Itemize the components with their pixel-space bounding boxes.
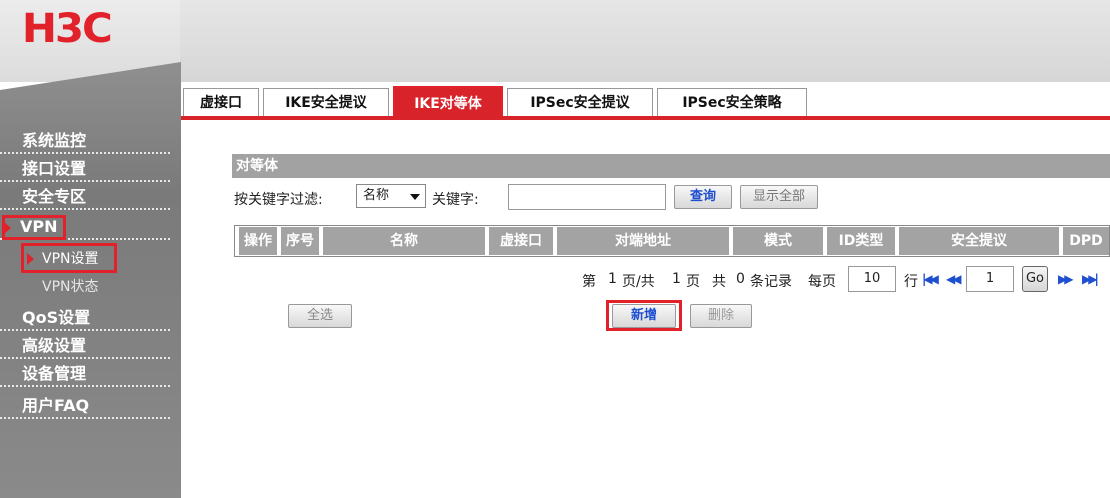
current-page: 1 xyxy=(608,271,617,287)
pager-text: 页/共 xyxy=(622,274,655,290)
sidebar-item-label: 用户FAQ xyxy=(22,396,90,415)
per-page-label: 每页 xyxy=(808,274,836,290)
h3c-logo: H3C xyxy=(21,6,113,52)
sidebar-item-security-zone[interactable]: 安全专区 xyxy=(0,184,170,210)
sidebar-item-label: 高级设置 xyxy=(22,336,87,355)
tab-underline xyxy=(181,116,1110,120)
sidebar-item-user-faq[interactable]: 用户FAQ xyxy=(0,393,170,419)
tab-ike-proposal[interactable]: IKE安全提议 xyxy=(263,88,389,118)
rows-label: 行 xyxy=(904,274,918,290)
last-page-icon[interactable]: ▶▶| xyxy=(1082,272,1099,286)
filter-row: 按关键字过滤: 名称 关键字: 查询 显示全部 xyxy=(234,184,1104,212)
sidebar-item-interface-settings[interactable]: 接口设置 xyxy=(0,156,170,182)
table-header-cell: 安全提议 xyxy=(899,227,1061,255)
peer-table: 操作 序号 名称 虚接口 对端地址 模式 ID类型 安全提议 DPD xyxy=(234,225,1110,257)
table-header-cell: 名称 xyxy=(323,227,487,255)
pager-text: 条记录 xyxy=(750,274,792,290)
pager-text: 第 xyxy=(582,274,596,290)
table-header-cell: 对端地址 xyxy=(557,227,731,255)
sidebar-item-label: 设备管理 xyxy=(22,364,87,383)
sidebar-item-device-management[interactable]: 设备管理 xyxy=(0,361,170,387)
show-all-button[interactable]: 显示全部 xyxy=(740,185,818,209)
pager-text: 页 xyxy=(686,274,700,290)
dropdown-arrow-icon xyxy=(410,194,420,200)
table-header-cell: 虚接口 xyxy=(489,227,555,255)
keyword-label: 关键字: xyxy=(432,192,479,208)
table-header-cell: ID类型 xyxy=(827,227,897,255)
tab-ipsec-proposal[interactable]: IPSec安全提议 xyxy=(507,88,653,118)
jump-page-input[interactable]: 1 xyxy=(966,266,1014,292)
vpn-highlight-box xyxy=(2,215,66,240)
pager-text: 共 xyxy=(712,274,726,290)
next-page-icon[interactable]: ▶▶ xyxy=(1058,272,1074,286)
sidebar-item-qos[interactable]: QoS设置 xyxy=(0,305,170,331)
keyword-input[interactable] xyxy=(508,184,666,210)
query-button[interactable]: 查询 xyxy=(674,185,732,209)
sidebar-item-label: VPN状态 xyxy=(42,279,99,295)
filter-field-value: 名称 xyxy=(363,188,390,203)
filter-label: 按关键字过滤: xyxy=(234,192,323,208)
total-records: 0 xyxy=(736,271,745,287)
add-button[interactable]: 新增 xyxy=(612,304,676,328)
filter-field-select[interactable]: 名称 xyxy=(356,184,426,208)
prev-page-icon[interactable]: ◀◀ xyxy=(946,272,962,286)
sidebar-item-label: QoS设置 xyxy=(22,308,91,327)
tab-virtual-interface[interactable]: 虚接口 xyxy=(183,88,259,118)
panel-title: 对等体 xyxy=(232,154,1110,178)
header-strip xyxy=(180,0,1110,82)
table-header-cell: 序号 xyxy=(281,227,321,255)
sidebar-item-vpn-status[interactable]: VPN状态 xyxy=(0,274,170,300)
go-button[interactable]: Go xyxy=(1022,266,1048,292)
vpn-settings-highlight-box xyxy=(21,243,117,273)
table-header-cell: 操作 xyxy=(239,227,279,255)
table-header-cell: DPD xyxy=(1063,227,1109,255)
tab-bar: 虚接口 IKE安全提议 IKE对等体 IPSec安全提议 IPSec安全策略 xyxy=(181,84,1110,120)
sidebar-item-label: 安全专区 xyxy=(22,187,87,206)
select-all-button[interactable]: 全选 xyxy=(288,304,352,328)
delete-button[interactable]: 删除 xyxy=(690,304,752,328)
per-page-input[interactable]: 10 xyxy=(848,266,896,292)
sidebar-item-system-monitor[interactable]: 系统监控 xyxy=(0,128,170,154)
total-pages: 1 xyxy=(672,271,681,287)
table-header-cell: 模式 xyxy=(733,227,825,255)
tab-ipsec-policy[interactable]: IPSec安全策略 xyxy=(657,88,807,118)
first-page-icon[interactable]: |◀◀ xyxy=(922,272,939,286)
tab-ike-peer[interactable]: IKE对等体 xyxy=(393,86,503,120)
sidebar-item-label: 接口设置 xyxy=(22,159,87,178)
pagination: 第 1 页/共 1 页 共 0 条记录 每页 10 行 |◀◀ ◀◀ 1 Go … xyxy=(578,266,1110,294)
sidebar-item-label: 系统监控 xyxy=(22,131,87,150)
sidebar-item-advanced[interactable]: 高级设置 xyxy=(0,333,170,359)
